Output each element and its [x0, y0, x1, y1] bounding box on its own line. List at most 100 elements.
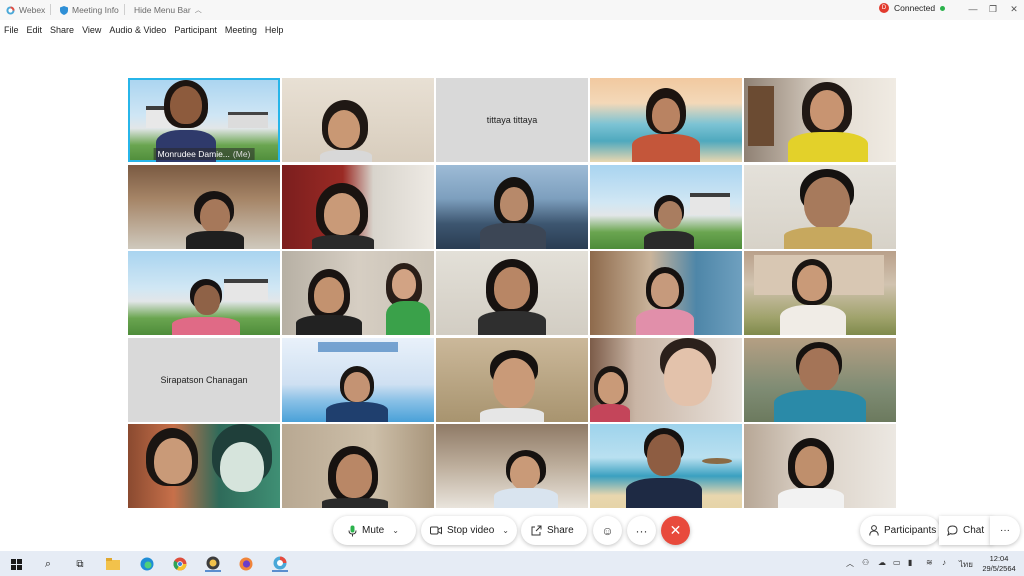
video-tile[interactable]: [590, 164, 742, 249]
windows-start-icon[interactable]: [8, 556, 24, 572]
more-dots-icon: ···: [1000, 525, 1010, 536]
video-tile[interactable]: [744, 78, 896, 162]
reactions-button[interactable]: ☺: [593, 516, 622, 545]
task-view-icon[interactable]: ⧉: [72, 556, 88, 572]
menu-audio-video[interactable]: Audio & Video: [109, 23, 166, 37]
system-clock[interactable]: 12:04 29/5/2564: [978, 554, 1020, 574]
meeting-info-button[interactable]: Meeting Info: [60, 5, 119, 15]
battery-icon[interactable]: ▮: [908, 558, 912, 567]
chrome-browser-icon[interactable]: [172, 556, 188, 572]
input-language[interactable]: ไทย: [959, 558, 973, 571]
wifi-icon[interactable]: ≋: [926, 558, 933, 567]
menu-help[interactable]: Help: [265, 23, 284, 37]
show-hidden-icons-icon[interactable]: ︿: [846, 558, 854, 569]
share-button[interactable]: Share: [521, 516, 587, 545]
stop-video-button[interactable]: Stop video ⌄: [421, 516, 517, 545]
menu-edit[interactable]: Edit: [27, 23, 43, 37]
video-tile[interactable]: [128, 164, 280, 249]
video-tile[interactable]: [744, 424, 896, 508]
video-tile[interactable]: [282, 164, 434, 249]
video-tile[interactable]: [282, 78, 434, 162]
participants-button[interactable]: Participants: [860, 516, 940, 545]
participant-body: [386, 301, 430, 335]
hide-menu-bar-button[interactable]: Hide Menu Bar ︿: [134, 5, 202, 15]
umbrella-graphic: [702, 458, 732, 464]
school-banner-graphic: [318, 341, 398, 352]
video-tile[interactable]: [436, 164, 588, 249]
more-panels-button[interactable]: ···: [990, 516, 1020, 545]
participant-body: [320, 150, 372, 162]
participant-body: [780, 305, 846, 335]
edge-browser-icon[interactable]: [139, 556, 155, 572]
participant-face: [598, 371, 624, 404]
video-tile[interactable]: Sirapatson Chanagan: [128, 337, 280, 422]
display-icon[interactable]: ▭: [893, 558, 901, 567]
participant-name: Sirapatson Chanagan: [160, 374, 248, 385]
participant-name-tag: Monrudee Damie... (Me): [153, 148, 255, 160]
video-tile[interactable]: [128, 251, 280, 335]
file-explorer-icon[interactable]: [105, 556, 121, 572]
close-icon: ✕: [669, 522, 682, 538]
chat-label: Chat: [963, 525, 985, 536]
menu-participant[interactable]: Participant: [174, 23, 217, 37]
microphone-icon: [348, 525, 357, 536]
participant-body: [636, 309, 694, 335]
school-building-graphic: [224, 279, 268, 301]
menu-file[interactable]: File: [4, 23, 19, 37]
video-tile[interactable]: [436, 251, 588, 335]
participant-body: [478, 311, 546, 335]
mute-label: Mute: [362, 525, 385, 536]
video-tile[interactable]: [282, 424, 434, 508]
video-tile[interactable]: [436, 424, 588, 508]
participant-name: tittaya tittaya: [486, 115, 538, 125]
search-icon[interactable]: ⌕: [40, 556, 56, 572]
smiley-icon: ☺: [601, 523, 614, 538]
more-options-button[interactable]: ···: [627, 516, 656, 545]
video-tile-self[interactable]: Monrudee Damie... (Me): [128, 78, 280, 162]
participant-face: [664, 347, 712, 406]
video-tile[interactable]: [744, 251, 896, 335]
chat-button[interactable]: Chat: [939, 516, 992, 545]
participant-face: [336, 454, 372, 498]
video-tile[interactable]: [590, 78, 742, 162]
video-tile[interactable]: [744, 164, 896, 249]
clock-date: 29/5/2564: [982, 564, 1016, 573]
participant-face: [170, 86, 202, 124]
participant-face: [651, 273, 679, 307]
connection-status[interactable]: D Connected: [879, 3, 946, 13]
minimize-icon[interactable]: —: [966, 3, 980, 15]
participant-face: [200, 198, 230, 233]
cloud-icon[interactable]: ☁: [878, 558, 886, 567]
firefox-browser-icon[interactable]: [238, 556, 254, 572]
people-icon[interactable]: ⚇: [862, 558, 869, 567]
video-tile[interactable]: [590, 251, 742, 335]
menu-view[interactable]: View: [82, 23, 101, 37]
mute-button[interactable]: Mute ⌄: [333, 516, 416, 545]
chevron-down-icon[interactable]: ⌄: [502, 526, 509, 535]
volume-icon[interactable]: ♪: [942, 558, 946, 567]
video-tile[interactable]: [282, 337, 434, 422]
share-icon: [531, 525, 542, 536]
chevron-down-icon[interactable]: ⌄: [392, 526, 399, 535]
restore-icon[interactable]: ❐: [986, 3, 1000, 15]
video-tile[interactable]: [590, 424, 742, 508]
shield-icon: [60, 5, 68, 15]
video-tile[interactable]: [436, 337, 588, 422]
anime-character-graphic: [220, 442, 264, 492]
menu-meeting[interactable]: Meeting: [225, 23, 257, 37]
taskbar: ⌕ ⧉ ︿ ⚇ ☁ ▭ ▮ ≋ ♪ ไทย 12:04 29/5/2564: [0, 551, 1024, 576]
participant-face: [344, 371, 370, 402]
webex-taskbar-icon[interactable]: [272, 556, 288, 572]
participant-body: [778, 488, 844, 508]
video-tile[interactable]: tittaya tittaya: [436, 78, 588, 162]
more-dots-icon: ···: [635, 523, 648, 538]
video-tile[interactable]: [744, 337, 896, 422]
video-tile[interactable]: [282, 251, 434, 335]
video-tile[interactable]: [590, 337, 742, 422]
menu-share[interactable]: Share: [50, 23, 74, 37]
video-tile[interactable]: [128, 424, 280, 508]
participant-face: [810, 90, 844, 130]
end-call-button[interactable]: ✕: [661, 516, 690, 545]
close-icon[interactable]: ✕: [1007, 3, 1021, 15]
app-icon[interactable]: [205, 556, 221, 572]
